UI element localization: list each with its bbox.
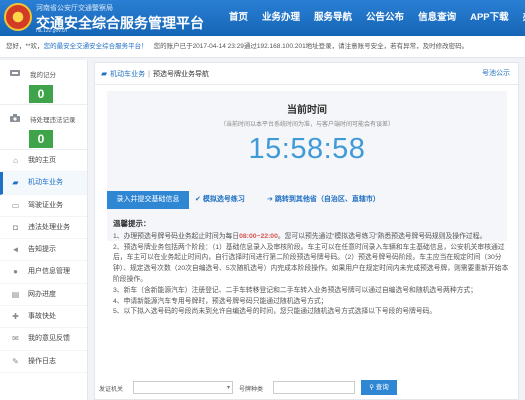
sidebar-item-notifications[interactable]: ◄ 告知提示 [0,239,87,262]
user-icon: ● [13,267,18,277]
arrow-right-icon: ➔ [267,196,273,203]
sidebar-item-label: 告知提示 [28,246,56,254]
org-select[interactable]: ▾ [133,381,233,394]
jump-province-link[interactable]: ➔ 跳转到其他省（自治区、直辖市） [267,191,380,209]
link-label: 模拟选号练习 [202,196,245,203]
document-icon: ▤ [11,289,20,299]
simulate-selection-link[interactable]: ✔ 模拟选号练习 [195,191,245,209]
sidebar-item-label: 用户信息管理 [28,268,70,276]
greeting: 您好，**欢， [6,43,44,50]
site-subtitle: 河南省公安厅交通警察局 [36,5,113,12]
stat-label: 待处理违法记录 [30,117,76,124]
query-form: 发证机关 ▾ 号牌种类 ⚲ 查询 [95,377,518,400]
tips-section: 温馨提示： 1、办理预选号牌号码业务起止时间为每日08:00~22:00。您可以… [113,219,513,318]
breadcrumb: ▰ 机动车业务 | 预选号牌业务导航 号池公示 [95,63,518,85]
chevron-down-icon: ▾ [226,385,230,391]
clock-display: 15:58:58 [248,133,366,165]
app-root: 河南省公安厅交通警察局 交通安全综合服务管理平台 ha.122.gov.cn 首… [0,0,525,400]
police-emblem-icon [4,3,32,31]
tip-item: 1、办理预选号牌号码业务起止时间为每日08:00~22:00。您可以预先通过“模… [113,232,487,240]
tip-item: 2、预选号牌业务包括两个阶段：（1）基础信息录入及审核阶段。车主可以在任意时间录… [113,243,509,283]
main-panel: ▰ 机动车业务 | 预选号牌业务导航 号池公示 当前时间 （当前时间以本平台系统时间为… [94,62,519,400]
sidebar-item-vehicle[interactable]: ▰ 机动车业务 [0,172,87,195]
sidebar-item-label: 我的意见反馈 [28,335,70,343]
submit-basic-info-button[interactable]: 录入并提交基础信息 [107,191,189,209]
home-icon: ⌂ [13,156,18,165]
breadcrumb-page: 预选号牌业务导航 [152,71,209,78]
sidebar-item-label: 事故快处 [28,313,56,321]
plate-type-input[interactable] [273,381,355,394]
sidebar-item-label: 我的主页 [28,157,56,164]
nav-guide[interactable]: 办事指南 [516,0,525,36]
breadcrumb-separator: | [148,71,150,78]
header: 河南省公安厅交通警察局 交通安全综合服务管理平台 ha.122.gov.cn 首… [0,0,525,36]
sidebar-item-label: 机动车业务 [28,179,63,187]
breadcrumb-section[interactable]: 机动车业务 [110,71,145,78]
tips-title: 温馨提示： [113,219,151,228]
sidebar-item-label: 操作日志 [28,357,56,365]
sidebar-item-label: 驾驶证业务 [28,201,63,209]
check-icon: ✔ [195,196,201,203]
sidebar-item-license[interactable]: ▭ 驾驶证业务 [0,195,87,217]
stat-value: 0 [29,85,53,103]
sidebar-item-violations[interactable]: ◘ 违法处理业务 [0,217,87,240]
tip-item: 4、申请新能源汽车专用号牌时，预选号牌号码只能通过随机选号方式； [113,297,328,305]
site-url: ha.122.gov.cn [36,28,68,34]
welcome-text: 您的最安全交通安全综合服务平台！ [43,43,148,50]
link-label: 跳转到其他省（自治区、直辖市） [274,196,380,203]
car-icon: ▰ [101,69,108,78]
nav-service[interactable]: 服务导航 [307,0,359,36]
sidebar-item-home[interactable]: ⌂ 我的主页 [0,150,87,173]
nav-announcement[interactable]: 公告公布 [359,0,411,36]
stat-value: 0 [29,130,53,148]
plate-type-label: 号牌种类 [239,387,264,393]
camera-icon: ◘ [13,222,18,232]
camera-icon [10,114,20,122]
accident-icon: ✚ [12,312,19,322]
chat-icon: ✉ [12,334,19,344]
sidebar-item-progress[interactable]: ▤ 网办进度 [0,284,87,307]
sidebar-item-accident[interactable]: ✚ 事故快处 [0,306,87,329]
nav-business[interactable]: 业务办理 [255,0,307,36]
stat-label: 我的记分 [30,72,56,79]
car-icon: ▰ [12,178,19,188]
megaphone-icon: ◄ [11,245,20,255]
top-nav: 首页 业务办理 服务导航 公告公布 信息查询 APP下载 办事指南 [222,0,525,36]
score-icon [10,70,20,76]
pool-announcement-link[interactable]: 号池公示 [482,63,510,85]
time-note: （当前时间以本平台系统时间为准，与客户端时间可能会有误差） [219,122,394,128]
tip-item: 3、新车（含新能源汽车）注册登记、二手车转移登记和二手车转入业务预选号牌可以通过… [113,286,478,294]
stat-my-score[interactable]: 我的记分 0 [0,60,87,105]
nav-app-download[interactable]: APP下载 [463,0,516,36]
login-notice: 您好，**欢，您的最安全交通安全综合服务平台！ 您的账户已于2017-04-14 … [0,36,525,58]
time-title: 当前时间 [287,105,327,116]
sidebar-item-label: 网办进度 [28,290,56,298]
tip-item: 5、以下拟入选号码的号段尚未到允许自编选号的时间，您只能通过随机选号方式选择以下… [113,308,437,316]
sidebar-item-label: 违法处理业务 [28,223,70,231]
nav-home[interactable]: 首页 [222,0,255,36]
nav-query[interactable]: 信息查询 [411,0,463,36]
sidebar-item-feedback[interactable]: ✉ 我的意见反馈 [0,328,87,351]
last-login-text: 您的账户已于2017-04-14 23:29通过192.168.100.201地… [153,43,469,50]
edit-icon: ✎ [12,356,19,366]
sidebar-item-log[interactable]: ✎ 操作日志 [0,351,87,373]
query-button[interactable]: ⚲ 查询 [361,380,397,395]
id-card-icon: ▭ [11,200,20,210]
stat-pending-violations[interactable]: 待处理违法记录 0 [0,105,87,150]
sidebar-item-user-info[interactable]: ● 用户信息管理 [0,261,87,284]
sidebar: 我的记分 0 待处理违法记录 0 ⌂ 我的主页 ▰ 机动车业务 ▭ 驾驶证业务 ◘ 违法… [0,60,88,400]
search-icon: ⚲ [369,384,376,391]
business-hours: 08:00~22:00 [239,232,278,240]
org-label: 发证机关 [99,387,124,393]
